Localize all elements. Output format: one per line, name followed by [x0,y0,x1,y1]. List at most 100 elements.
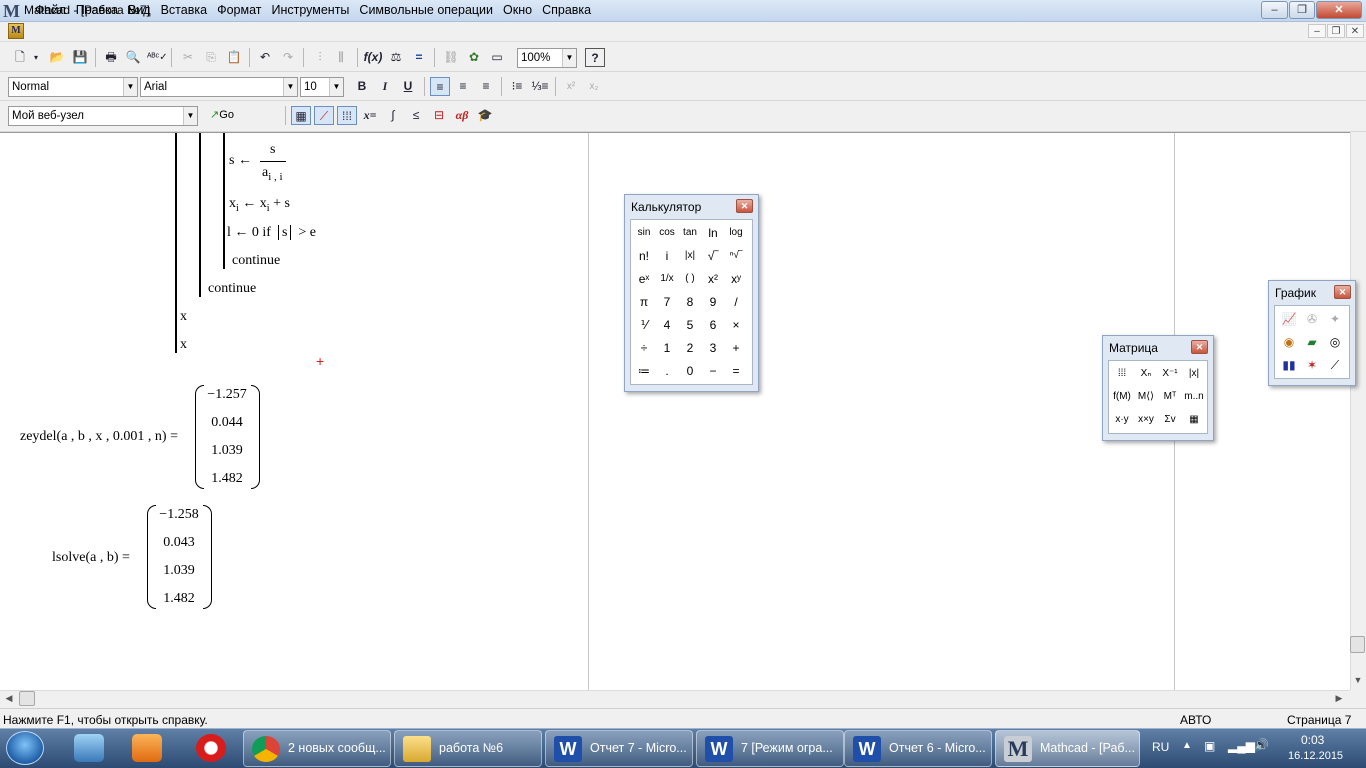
calculator-key[interactable]: |x| [679,246,701,266]
open-icon[interactable]: 📂 [47,48,67,67]
matrix-key[interactable]: Mᵀ [1159,387,1181,407]
calculator-key[interactable]: ( ) [679,269,701,289]
task-folder[interactable]: работа №6 [394,730,542,767]
calculator-key[interactable]: x² [702,269,724,289]
close-button[interactable]: ✕ [1316,1,1362,19]
cut-icon[interactable]: ✂ [178,48,198,67]
graph-toolbar-icon[interactable]: ⟋ [314,106,334,125]
matrix-palette[interactable]: Матрица ✕ ⁞⁞⁞ Xₙ X⁻¹ |x| f(M) M⟨⟩ Mᵀ m..n x·y x×y… [1102,335,1214,441]
print-preview-icon[interactable]: 🔍 [123,48,143,67]
task-word-report7[interactable]: W Отчет 7 - Micro... [545,730,693,767]
matrix-key[interactable]: x·y [1111,410,1133,430]
surface-plot-icon[interactable]: ◉ [1278,332,1300,352]
calculator-key[interactable]: 0 [679,361,701,381]
spellcheck-icon[interactable]: ᴬᴮᶜ✓ [147,48,168,67]
document-icon[interactable]: M [8,23,24,39]
matrix-key[interactable]: Xₙ [1135,364,1157,384]
matrix-close-button[interactable]: ✕ [1191,340,1208,354]
calculator-key[interactable]: × [725,315,747,335]
matrix-key[interactable]: x×y [1135,410,1157,430]
subscript-icon[interactable]: x₂ [584,77,604,96]
matrix-key[interactable]: X⁻¹ [1159,364,1181,384]
horizontal-scrollbar[interactable] [0,690,1350,707]
contour-plot-icon[interactable]: ▰ [1301,332,1323,352]
matrix-key[interactable]: |x| [1183,364,1205,384]
matrix-key[interactable]: ▦ [1183,410,1205,430]
calculator-key[interactable]: sin [633,223,655,243]
menu-edit[interactable]: Правка [71,3,123,17]
calculus-toolbar-icon[interactable]: ∫ [383,106,403,125]
menu-tools[interactable]: Инструменты [266,3,354,17]
align-across-icon[interactable]: ⫶ [310,48,330,67]
calculator-toolbar-icon[interactable]: ▦ [291,106,311,125]
evaluation-toolbar-icon[interactable]: x= [360,106,380,125]
calculator-key[interactable]: xʸ [725,269,747,289]
scroll-down-icon[interactable]: ▼ [1351,675,1365,685]
matrix-key[interactable]: f(M) [1111,387,1133,407]
clock-date[interactable]: 16.12.2015 [1288,750,1343,762]
italic-button[interactable]: I [375,77,395,96]
task-word-7[interactable]: W7 [Режим огра... [696,730,844,767]
calculator-key[interactable]: ⁿ√‾ [725,246,747,266]
calculator-key[interactable]: / [725,292,747,312]
calculator-key[interactable]: 3 [702,338,724,358]
calculator-palette[interactable]: Калькулятор ✕ sin cos tan ln log n! i |x| √‾ ⁿ√‾ e… [624,194,759,392]
calculator-key[interactable]: 6 [702,315,724,335]
calculator-key[interactable]: 2 [679,338,701,358]
matrix-key[interactable]: m..n [1183,387,1205,407]
graph-palette[interactable]: График ✕ 📈 ✇ ✦ ◉ ▰ ◎ ▮▮ ✶ ⟋ [1268,280,1356,386]
plot-wizard-icon[interactable]: ⟋ [1324,355,1346,375]
quicklaunch-app-icon[interactable] [74,734,104,762]
tray-device-icon[interactable]: ▣ [1204,739,1215,753]
menu-window[interactable]: Окно [498,3,537,17]
3d-scatter-icon[interactable]: ◎ [1324,332,1346,352]
calculator-key[interactable]: = [725,361,747,381]
calculator-key[interactable]: 4 [656,315,678,335]
xy-plot-icon[interactable]: 📈 [1278,309,1300,329]
scroll-left-icon[interactable]: ◀ [2,693,16,704]
calculator-key[interactable]: ÷ [633,338,655,358]
insert-hyperlink-icon[interactable]: ⛓ [441,48,461,67]
numbering-icon[interactable]: ⅓≡ [530,77,550,96]
new-dropdown-icon[interactable]: ▾ [30,48,42,67]
run-script-icon[interactable]: ▭ [487,48,507,67]
calculator-key[interactable]: n! [633,246,655,266]
font-select[interactable]: Arial ▼ [140,77,298,97]
horizontal-scroll-thumb[interactable] [19,691,35,706]
menu-view[interactable]: Вид [123,3,156,17]
font-size-select[interactable]: 10 ▼ [300,77,344,97]
symbolic-toolbar-icon[interactable]: 🎓 [475,106,495,125]
calculator-key[interactable]: 9 [702,292,724,312]
opera-icon[interactable] [196,734,226,762]
copy-icon[interactable]: ⎘ [201,48,221,67]
menu-format[interactable]: Формат [212,3,266,17]
calculate-icon[interactable]: = [409,48,429,67]
calculator-key[interactable]: ln [702,223,724,243]
menu-file[interactable]: Файл [30,3,71,17]
redo-icon[interactable]: ↷ [278,48,298,67]
matrix-key[interactable]: M⟨⟩ [1135,387,1157,407]
style-select[interactable]: Normal ▼ [8,77,138,97]
start-button[interactable] [6,731,44,765]
align-right-icon[interactable]: ≡ [476,77,496,96]
scroll-right-icon[interactable]: ▶ [1332,693,1346,704]
minimize-button[interactable]: ‒ [1261,1,1288,19]
save-icon[interactable]: 💾 [70,48,90,67]
maximize-button[interactable]: ❐ [1289,1,1315,19]
align-center-icon[interactable]: ≡ [453,77,473,96]
calculator-key[interactable]: i [656,246,678,266]
boolean-toolbar-icon[interactable]: ≤ [406,106,426,125]
matrix-toolbar-icon[interactable]: ⁞⁞⁞ [337,106,357,125]
help-icon[interactable]: ? [585,48,605,67]
volume-icon[interactable]: 🔊 [1254,738,1269,752]
new-icon[interactable]: 🗋 [10,48,30,67]
calculator-key[interactable]: − [702,361,724,381]
graph-close-button[interactable]: ✕ [1334,285,1351,299]
doc-close-button[interactable]: ✕ [1346,24,1364,38]
calculator-key[interactable]: + [725,338,747,358]
paste-icon[interactable]: 📋 [224,48,244,67]
matrix-key[interactable]: Σv [1159,410,1181,430]
vertical-scrollbar[interactable] [1350,132,1366,690]
calculator-key[interactable]: 7 [656,292,678,312]
task-chrome[interactable]: 2 новых сообщ... [243,730,391,767]
